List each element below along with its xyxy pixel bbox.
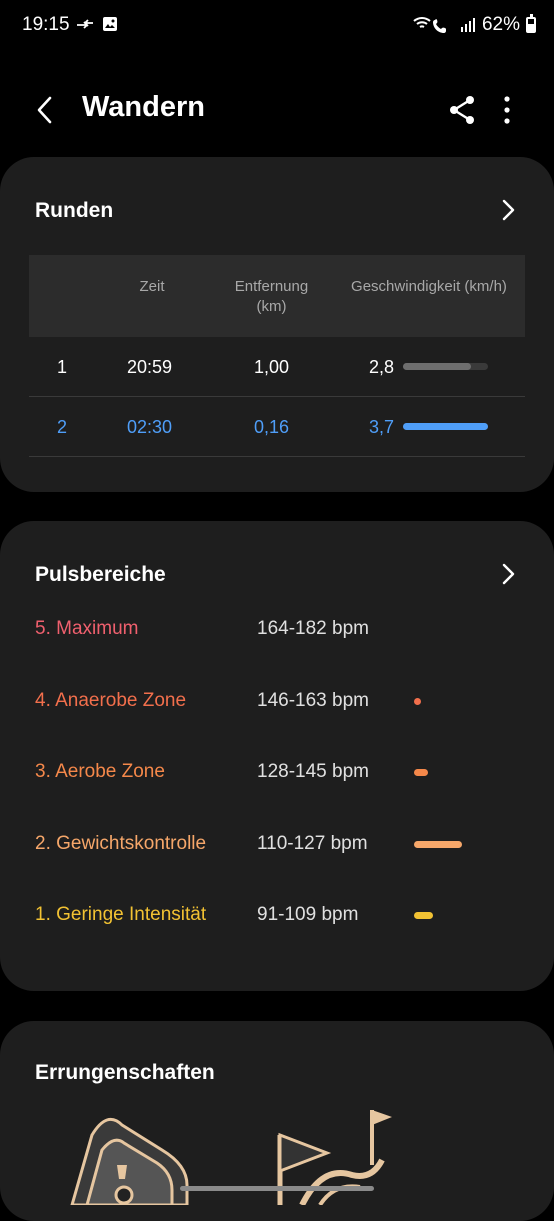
chevron-right-icon[interactable] [494, 196, 522, 224]
home-indicator[interactable] [180, 1186, 374, 1191]
lap-number: 2 [57, 417, 68, 437]
zone-bar [414, 769, 429, 776]
lap-speed: 3,7 [369, 417, 395, 437]
chevron-right-icon[interactable] [494, 560, 522, 588]
zone-name: 2. Gewichtskontrolle [35, 832, 207, 854]
zone-bar [414, 840, 462, 848]
zones-title: Pulsbereiche [35, 563, 166, 586]
wifi-call-icon [413, 17, 446, 33]
laps-table: Zeit Entfernung (km) Geschwindigkeit (km… [29, 255, 525, 457]
laps-title: Runden [35, 199, 114, 222]
battery-percent: 62% [481, 14, 520, 35]
speed-bar-fill [403, 423, 488, 430]
zone-row: 5. Maximum 164-182 bpm [0, 618, 554, 648]
table-row: 1 20:59 1,00 2,8 [29, 337, 525, 397]
zone-row: 2. Gewichtskontrolle 110-127 bpm [0, 833, 554, 863]
lap-speed: 2,8 [369, 357, 395, 377]
status-left-icons [76, 16, 118, 32]
heart-rate-zones-card: Pulsbereiche 5. Maximum 164-182 bpm 4. Ana… [0, 521, 554, 991]
zone-range: 91-109 bpm [257, 904, 359, 925]
image-icon [103, 17, 117, 31]
page-title: Wandern [82, 91, 205, 123]
zone-bar [414, 697, 421, 705]
zone-name: 5. Maximum [35, 618, 139, 639]
back-icon[interactable] [30, 92, 66, 128]
lap-distance: 0,16 [254, 417, 290, 437]
lap-time: 20:59 [127, 357, 173, 377]
arrow-swap-icon [77, 19, 93, 29]
status-bar: 19:15 62% [0, 0, 554, 52]
achievements-card: Errungenschaften [0, 1021, 554, 1221]
app-bar: Wandern [0, 80, 554, 140]
table-header: Zeit Entfernung (km) Geschwindigkeit (km… [29, 255, 525, 337]
speed-bar [403, 363, 488, 370]
speed-bar-fill [403, 363, 471, 370]
achievements-title: Errungenschaften [35, 1061, 215, 1084]
signal-icon [460, 18, 475, 32]
table-row: 2 02:30 0,16 3,7 [29, 397, 525, 457]
lap-number: 1 [57, 357, 68, 377]
share-icon[interactable] [444, 92, 480, 128]
column-header-speed: Geschwindigkeit (km/h) [351, 278, 507, 295]
zone-bar [414, 912, 434, 919]
battery-icon [526, 14, 536, 33]
zone-range: 128-145 bpm [257, 761, 369, 782]
zone-name: 3. Aerobe Zone [35, 761, 165, 782]
zone-name: 1. Geringe Intensität [35, 904, 207, 925]
column-header-time: Zeit [139, 278, 165, 295]
zone-row: 4. Anaerobe Zone 146-163 bpm [0, 690, 554, 720]
zone-row: 1. Geringe Intensität 91-109 bpm [0, 904, 554, 934]
laps-card: Runden Zeit Entfernung (km) Geschwindigk… [0, 157, 554, 492]
column-header-distance: Entfernung (km) [234, 278, 309, 315]
lap-distance: 1,00 [254, 357, 290, 377]
more-icon[interactable] [494, 92, 520, 128]
lap-time: 02:30 [127, 417, 173, 437]
zone-range: 110-127 bpm [257, 832, 368, 854]
zone-name: 4. Anaerobe Zone [35, 689, 187, 711]
zone-range: 146-163 bpm [257, 689, 369, 711]
status-right: 62% [412, 14, 536, 36]
status-time: 19:15 [22, 14, 70, 35]
zone-range: 164-182 bpm [257, 618, 369, 639]
speed-bar [403, 423, 488, 430]
mountain-badge-icon[interactable] [62, 1105, 192, 1205]
zone-row: 3. Aerobe Zone 128-145 bpm [0, 761, 554, 791]
